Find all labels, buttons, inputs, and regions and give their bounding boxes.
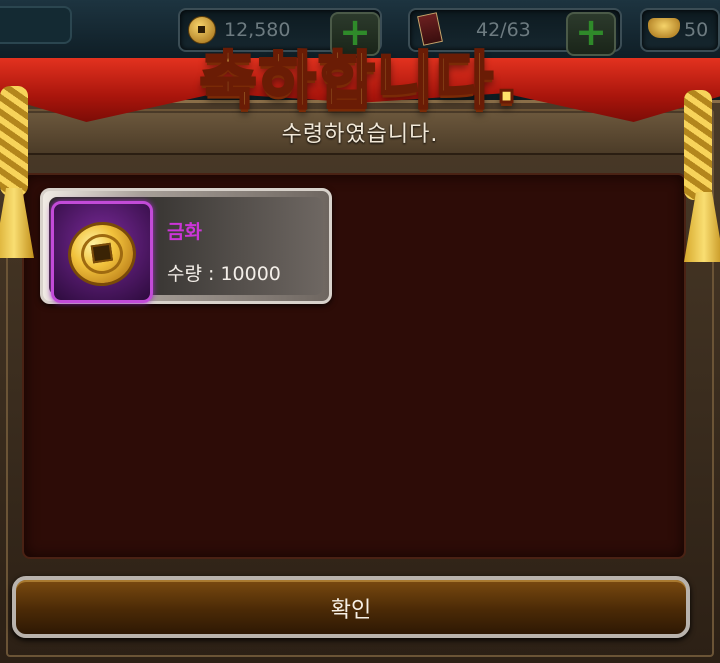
dialog-title: 축하합니다. xyxy=(198,43,521,119)
confirm-button[interactable]: 확인 xyxy=(12,576,690,638)
item-icon-slot xyxy=(51,201,153,303)
reward-item-card[interactable]: 금화 수량 : 10000 xyxy=(40,188,332,304)
gold-coin-icon xyxy=(63,217,141,291)
dialog-subtitle: 수령하였습니다. xyxy=(281,122,439,147)
item-quantity: 수량 : 10000 xyxy=(167,263,281,285)
item-name: 금화 xyxy=(167,221,202,243)
